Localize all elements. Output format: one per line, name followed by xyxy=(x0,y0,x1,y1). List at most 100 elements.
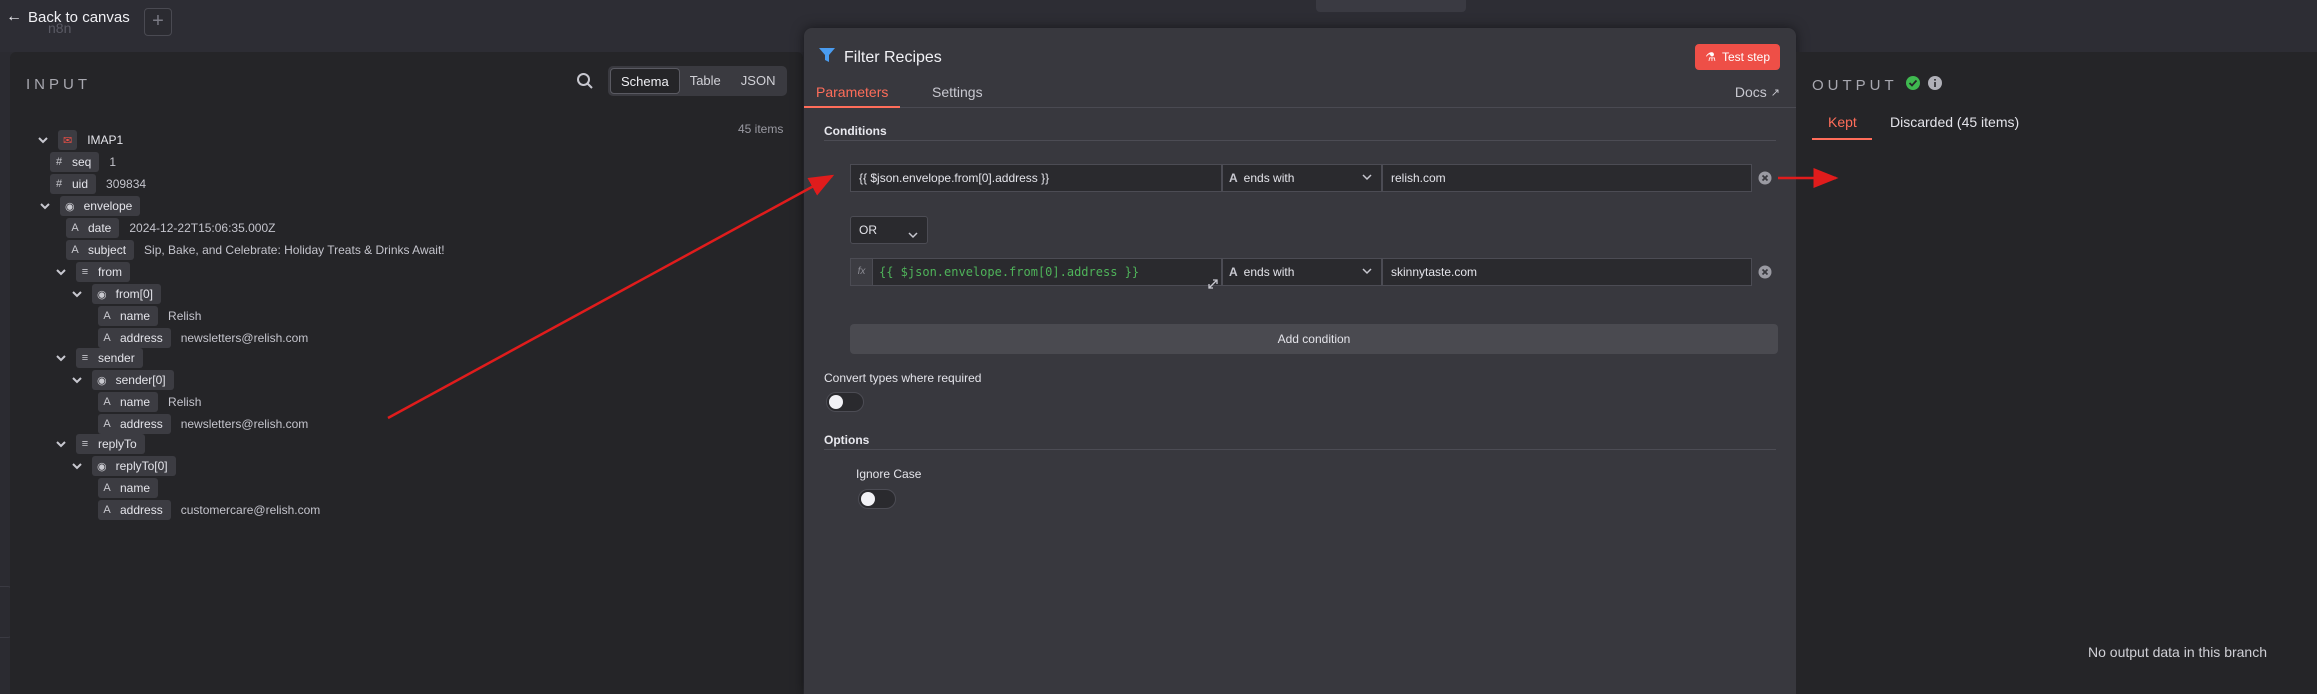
ignore-case-toggle[interactable] xyxy=(858,489,896,509)
tree-key: seq xyxy=(68,152,100,172)
back-arrow-icon: ← xyxy=(6,8,22,25)
tree-value: newsletters@relish.com xyxy=(180,331,309,345)
chevron-down-icon[interactable] xyxy=(54,437,68,451)
number-type-icon: # xyxy=(50,174,68,194)
node-title[interactable]: Filter Recipes xyxy=(844,49,942,67)
tree-key: from xyxy=(94,262,130,282)
output-tab-indicator xyxy=(1812,138,1872,140)
tree-item-from-0[interactable]: ◉ from[0] xyxy=(70,282,171,306)
string-type-icon: A xyxy=(66,240,84,260)
tree-item-from-name[interactable]: Aname Relish xyxy=(98,304,201,328)
toggle-knob xyxy=(861,492,875,506)
active-tab-indicator xyxy=(804,106,900,108)
toggle-knob xyxy=(829,395,843,409)
node-detail-panel: Filter Recipes ⚗ Test step Parameters Se… xyxy=(804,28,1796,694)
string-type-icon: A xyxy=(1229,171,1238,185)
tree-value: Relish xyxy=(168,309,202,323)
string-type-icon: A xyxy=(98,478,116,498)
condition-2-operator-select[interactable]: A ends with xyxy=(1222,258,1382,286)
node-tabs: Parameters Settings Docs ↗ xyxy=(804,78,1796,108)
tree-item-from[interactable]: ≡ from xyxy=(54,260,140,284)
output-heading-label: OUTPUT xyxy=(1812,76,1898,94)
no-output-message: No output data in this branch xyxy=(2088,644,2268,660)
tree-item-replyto-address[interactable]: Aaddress customercare@relish.com xyxy=(98,498,320,522)
tree-item-sender-name[interactable]: Aname Relish xyxy=(98,390,201,414)
list-type-icon: ≡ xyxy=(76,434,94,454)
chevron-down-icon[interactable] xyxy=(54,351,68,365)
conditions-divider xyxy=(824,140,1776,141)
tree-key: address xyxy=(116,328,171,348)
tree-item-seq[interactable]: # seq 1 xyxy=(50,150,116,174)
tree-value: 1 xyxy=(109,155,117,169)
chevron-down-icon xyxy=(1361,265,1373,280)
string-type-icon: A xyxy=(1229,265,1238,279)
convert-types-toggle[interactable] xyxy=(826,392,864,412)
condition-1-operator-select[interactable]: A ends with xyxy=(1222,164,1382,192)
docs-link[interactable]: Docs ↗ xyxy=(1735,84,1780,100)
chevron-down-icon[interactable] xyxy=(70,373,84,387)
chevron-down-icon[interactable] xyxy=(70,287,84,301)
condition-2-left-expression[interactable]: {{ $json.envelope.from[0].address }} xyxy=(872,258,1222,286)
tree-item-date[interactable]: Adate 2024-12-22T15:06:35.000Z xyxy=(66,216,275,240)
condition-2-right-input[interactable]: skinnytaste.com xyxy=(1382,258,1752,286)
tree-value: customercare@relish.com xyxy=(180,503,321,517)
input-panel: INPUT Schema Table JSON 45 items ✉ IMAP1… xyxy=(10,52,803,694)
tree-root-imap1[interactable]: ✉ IMAP1 xyxy=(36,128,123,152)
view-schema-button[interactable]: Schema xyxy=(610,68,680,94)
tree-item-replyto[interactable]: ≡ replyTo xyxy=(54,432,155,456)
flask-icon: ⚗ xyxy=(1705,50,1716,64)
tree-item-sender[interactable]: ≡ sender xyxy=(54,346,153,370)
success-check-icon xyxy=(1905,76,1920,94)
output-tab-discarded[interactable]: Discarded (45 items) xyxy=(1890,114,2019,130)
root-node-label: IMAP1 xyxy=(87,133,124,147)
combinator-select[interactable]: OR xyxy=(850,216,928,244)
chevron-down-icon[interactable] xyxy=(70,459,84,473)
info-icon[interactable] xyxy=(1927,76,1942,94)
input-heading: INPUT xyxy=(26,76,91,93)
expand-editor-icon[interactable] xyxy=(1208,276,1218,289)
condition-1-left-input[interactable]: {{ $json.envelope.from[0].address }} xyxy=(850,164,1222,192)
tree-key: subject xyxy=(84,240,135,260)
tree-value: Relish xyxy=(168,395,202,409)
list-type-icon: ≡ xyxy=(76,348,94,368)
view-switch: Schema Table JSON xyxy=(608,66,788,96)
tree-item-sender-0[interactable]: ◉ sender[0] xyxy=(70,368,184,392)
add-node-button[interactable]: + xyxy=(144,8,172,36)
docs-label: Docs xyxy=(1734,84,1767,100)
output-heading: OUTPUT xyxy=(1812,76,1942,94)
string-type-icon: A xyxy=(98,500,116,520)
remove-condition-icon[interactable] xyxy=(1758,171,1772,185)
back-to-canvas-link[interactable]: ← Back to canvas xyxy=(6,8,130,26)
tree-item-envelope[interactable]: ◉ envelope xyxy=(38,194,150,218)
output-tab-kept[interactable]: Kept xyxy=(1828,114,1857,130)
tree-value: newsletters@relish.com xyxy=(180,417,309,431)
tree-value: Sip, Bake, and Celebrate: Holiday Treats… xyxy=(144,243,445,257)
add-condition-button[interactable]: Add condition xyxy=(850,324,1778,354)
chevron-down-icon xyxy=(1361,171,1373,186)
remove-condition-icon[interactable] xyxy=(1758,265,1772,279)
chevron-down-icon xyxy=(907,224,919,250)
tab-parameters[interactable]: Parameters xyxy=(816,84,888,100)
tree-item-subject[interactable]: Asubject Sip, Bake, and Celebrate: Holida… xyxy=(66,238,445,262)
test-step-button[interactable]: ⚗ Test step xyxy=(1695,44,1780,70)
tree-item-replyto-name[interactable]: Aname xyxy=(98,476,168,500)
tree-item-uid[interactable]: # uid 309834 xyxy=(50,172,146,196)
node-title-bar: Filter Recipes xyxy=(818,46,942,69)
tree-key: name xyxy=(116,306,159,326)
object-type-icon: ◉ xyxy=(92,284,112,304)
condition-1-right-input[interactable]: relish.com xyxy=(1382,164,1752,192)
view-json-button[interactable]: JSON xyxy=(731,68,786,94)
tree-key: address xyxy=(116,500,171,520)
tab-settings[interactable]: Settings xyxy=(932,84,983,100)
tree-key: date xyxy=(84,218,120,238)
ignore-case-label: Ignore Case xyxy=(856,467,922,481)
chevron-down-icon[interactable] xyxy=(36,133,50,147)
search-icon[interactable] xyxy=(576,72,594,90)
tree-item-replyto-0[interactable]: ◉ replyTo[0] xyxy=(70,454,186,478)
expression-fx-icon: fx xyxy=(850,258,872,286)
conditions-label: Conditions xyxy=(824,124,887,138)
chevron-down-icon[interactable] xyxy=(38,199,52,213)
chevron-down-icon[interactable] xyxy=(54,265,68,279)
view-table-button[interactable]: Table xyxy=(680,68,731,94)
external-link-icon: ↗ xyxy=(1770,86,1780,99)
